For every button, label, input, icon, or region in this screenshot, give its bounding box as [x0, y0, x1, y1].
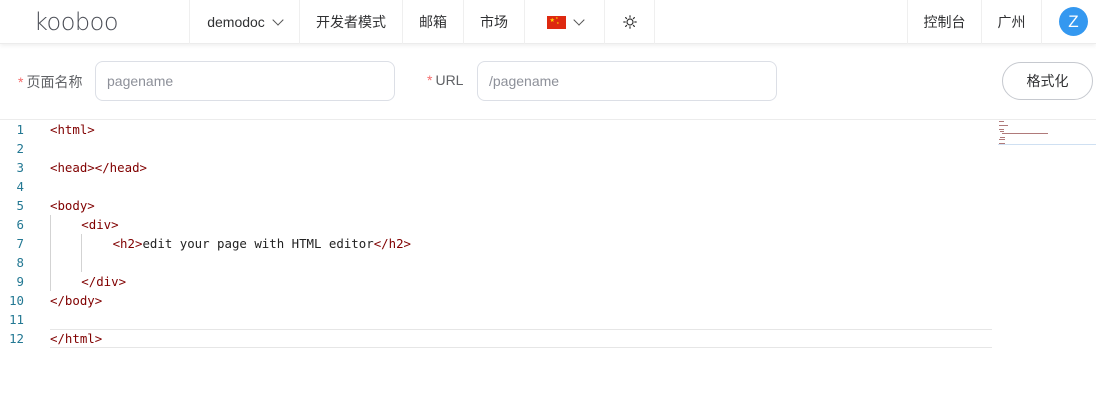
code-line[interactable]: 12 </html> [0, 329, 1096, 348]
theme-toggle-button[interactable] [605, 0, 655, 44]
code-text: <html> [50, 122, 95, 137]
indent-guide [81, 234, 82, 272]
code-line[interactable]: 1 <html> [0, 120, 1096, 139]
line-number: 11 [9, 312, 24, 327]
developer-mode-label: 开发者模式 [316, 14, 386, 30]
user-avatar[interactable]: Z [1059, 7, 1088, 36]
user-initial: Z [1068, 11, 1079, 31]
code-text: <head></head> [50, 160, 147, 175]
top-navigation-bar: kooboo demodoc 开发者模式 邮箱 市场 ★ ★ ★ 控制台 广州 … [0, 0, 1096, 44]
code-text: </html> [50, 331, 103, 346]
required-marker: * [427, 72, 433, 88]
line-number: 12 [9, 331, 24, 346]
line-number: 8 [16, 255, 24, 270]
market-link[interactable]: 市场 [464, 0, 525, 44]
code-line[interactable]: 7 <h2>edit your page with HTML editor</h2… [0, 234, 1096, 253]
required-marker: * [18, 74, 24, 90]
code-line[interactable]: 5 <body> [0, 196, 1096, 215]
editor-minimap[interactable] [998, 119, 1096, 145]
format-button[interactable]: 格式化 [1002, 62, 1093, 100]
region-label: 广州 [997, 14, 1026, 30]
market-label: 市场 [480, 14, 508, 30]
code-line[interactable]: 11 [0, 310, 1096, 329]
kooboo-logo[interactable]: kooboo [34, 8, 119, 36]
mailbox-link[interactable]: 邮箱 [403, 0, 464, 44]
sun-icon [622, 15, 637, 29]
console-label: 控制台 [923, 14, 966, 30]
code-line[interactable]: 6 <div> [0, 215, 1096, 234]
line-number: 6 [16, 217, 24, 232]
line-number: 2 [16, 141, 24, 156]
code-line[interactable]: 8 [0, 253, 1096, 272]
language-selector-dropdown[interactable]: ★ ★ ★ [525, 0, 605, 44]
logo-text: kooboo [34, 8, 119, 36]
mailbox-label: 邮箱 [419, 14, 447, 30]
code-line[interactable]: 4 [0, 177, 1096, 196]
page-name-input[interactable] [95, 61, 395, 101]
url-label-text: URL [435, 72, 464, 88]
code-text: </div> [81, 274, 127, 289]
line-number: 4 [16, 179, 24, 194]
line-number: 9 [16, 274, 24, 289]
code-text: <body> [50, 198, 95, 213]
region-selector[interactable]: 广州 [982, 0, 1042, 44]
china-flag-icon: ★ ★ ★ [546, 15, 566, 29]
line-number: 5 [16, 198, 24, 213]
code-line[interactable]: 3 <head></head> [0, 158, 1096, 177]
page-name-label-text: 页面名称 [26, 74, 83, 90]
code-text: </body> [50, 293, 103, 308]
page-name-label: * 页面名称 [18, 72, 82, 92]
indent-guide [50, 215, 51, 291]
site-selector-label: demodoc [207, 14, 265, 30]
code-line[interactable]: 9 </div> [0, 272, 1096, 291]
url-input[interactable] [477, 61, 777, 101]
url-label: * URL [427, 72, 463, 88]
line-number: 7 [16, 236, 24, 251]
line-number: 1 [16, 122, 24, 137]
line-number: 3 [16, 160, 24, 175]
developer-mode-link[interactable]: 开发者模式 [300, 0, 403, 44]
chevron-down-icon [572, 13, 585, 26]
code-line[interactable]: 2 [0, 139, 1096, 158]
code-line[interactable]: 10 </body> [0, 291, 1096, 310]
console-link[interactable]: 控制台 [907, 0, 982, 44]
code-text: <h2>edit your page with HTML editor</h2> [112, 236, 412, 251]
minimap-viewport-indicator [998, 144, 1096, 145]
line-number: 10 [9, 293, 24, 308]
site-selector-dropdown[interactable]: demodoc [189, 0, 300, 44]
code-text: <div> [81, 217, 119, 232]
chevron-down-icon [272, 13, 284, 26]
